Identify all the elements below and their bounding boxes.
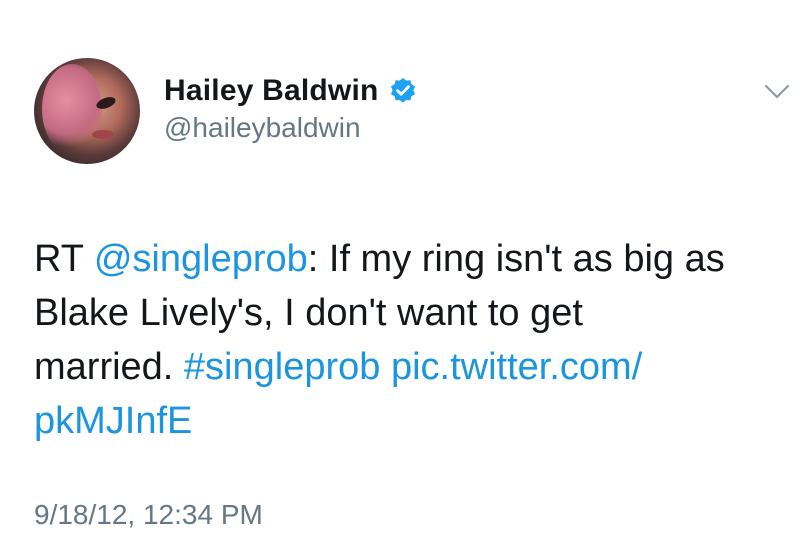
tweet-text: RT @singleprob: If my ring isn't as big … (34, 232, 784, 448)
avatar-lips (92, 130, 114, 139)
tweet-card: Hailey Baldwin @haileybaldwin RT @single… (0, 0, 800, 550)
media-link[interactable]: pic.twitter.com/ (391, 346, 642, 388)
hashtag-link[interactable]: #singleprob (184, 346, 380, 388)
tweet-line-3: married. #singleprob pic.twitter.com/ (34, 340, 784, 394)
author-handle[interactable]: @haileybaldwin (164, 112, 361, 144)
tweet-line-2: Blake Lively's, I don't want to get (34, 292, 583, 334)
avatar[interactable] (34, 58, 140, 164)
retweet-prefix: RT (34, 238, 94, 280)
media-link-continued[interactable]: pkMJInfE (34, 394, 784, 448)
tweet-line-3-text: married. (34, 346, 184, 388)
tweet-line-1-text: : If my ring isn't as big as (307, 238, 725, 280)
chevron-down-icon[interactable] (764, 84, 790, 100)
author-name-row: Hailey Baldwin (164, 74, 417, 108)
avatar-hair (42, 64, 102, 154)
tweet-line-1: RT @singleprob: If my ring isn't as big … (34, 232, 784, 286)
mention-link[interactable]: @singleprob (94, 238, 308, 280)
verified-badge-icon (389, 77, 417, 105)
display-name[interactable]: Hailey Baldwin (164, 74, 379, 108)
tweet-timestamp[interactable]: 9/18/12, 12:34 PM (34, 499, 263, 531)
